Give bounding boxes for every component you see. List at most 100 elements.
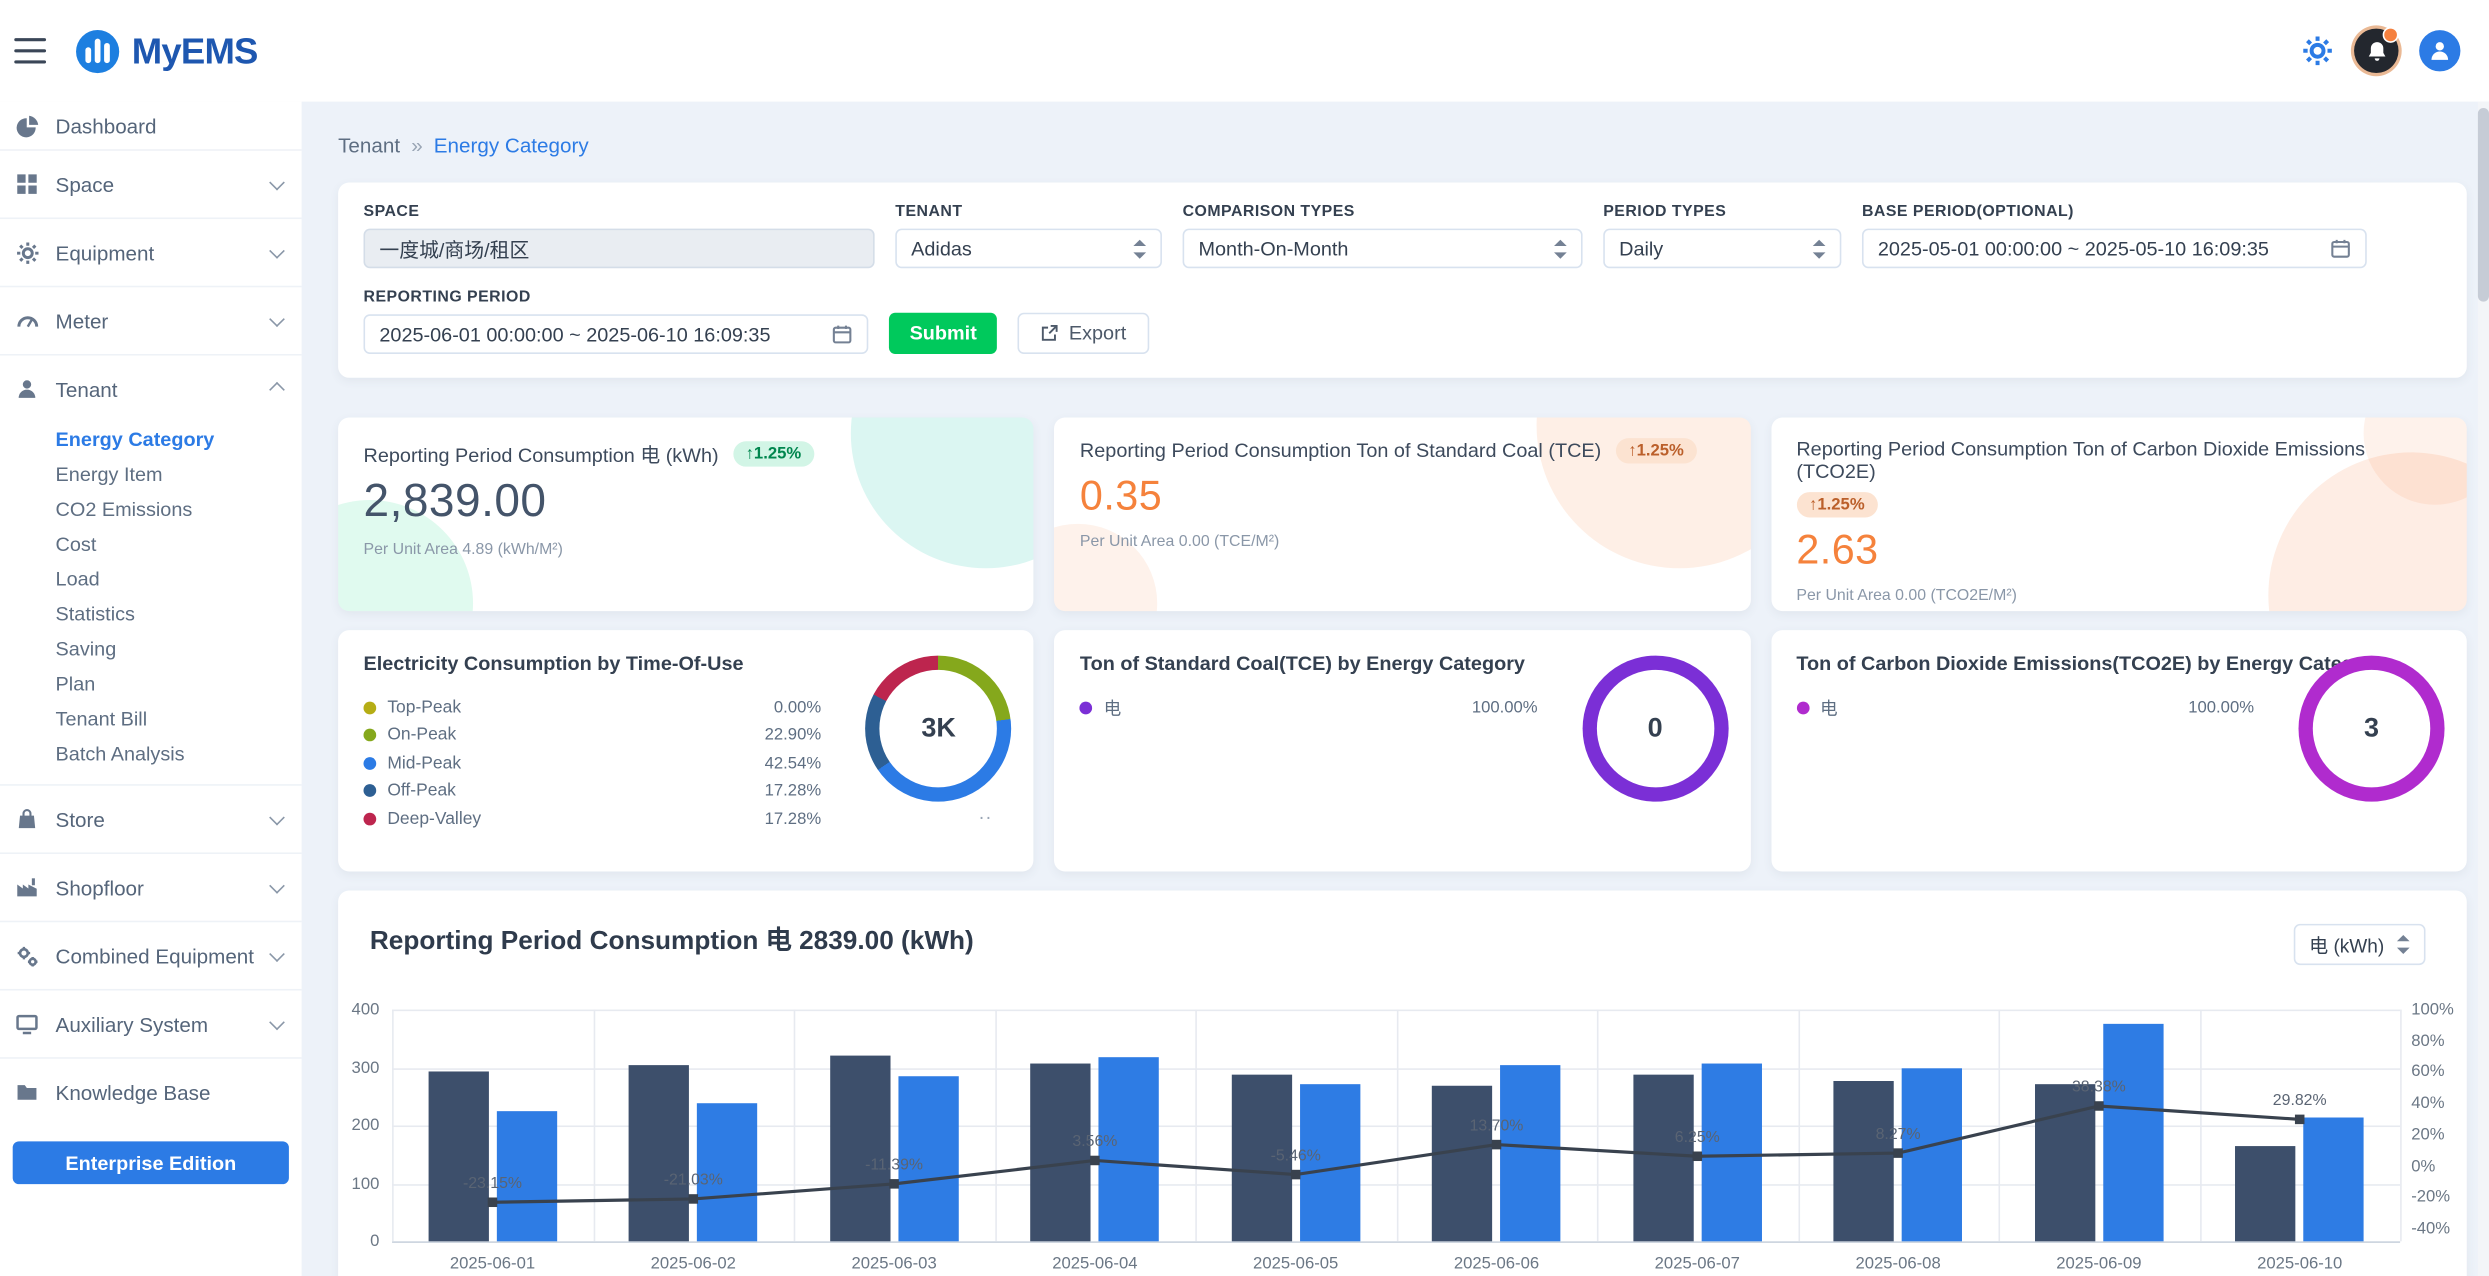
sidebar-item-tenant[interactable]: Tenant	[0, 354, 302, 422]
sidebar-item-auxiliary-system[interactable]: Auxiliary System	[0, 989, 302, 1057]
period-types-select[interactable]: Daily	[1603, 229, 1841, 269]
sidebar-subitem-energy-item[interactable]: Energy Item	[0, 457, 302, 492]
calendar-icon[interactable]	[2330, 238, 2351, 259]
comparison-types-select[interactable]: Month-On-Month	[1183, 229, 1583, 269]
kpi-value: 2.63	[1796, 525, 2441, 574]
settings-gear-icon[interactable]	[2302, 35, 2334, 67]
legend-label: 电	[1820, 695, 1837, 720]
svg-text:8.27%: 8.27%	[1876, 1126, 1921, 1143]
sidebar-subitem-load[interactable]: Load	[0, 562, 302, 597]
chevron-down-icon	[269, 311, 285, 327]
chart-unit-select[interactable]: 电 (kWh)	[2293, 924, 2425, 965]
sidebar-item-dashboard[interactable]: Dashboard	[0, 102, 302, 150]
right-axis-tick: 100%	[2411, 1000, 2454, 1019]
legend-item: Top-Peak0.00%	[364, 694, 822, 722]
shopping-bag-icon	[14, 806, 39, 831]
legend-dot	[364, 701, 377, 714]
legend-item: Mid-Peak 42.54%	[364, 749, 822, 777]
app-viewport: MyEMS Dashboard Space Equipment	[0, 0, 2489, 1276]
svg-text:13.70%: 13.70%	[1470, 1117, 1524, 1134]
base-period-field-group: BASE PERIOD(OPTIONAL) 2025-05-01 00:00:0…	[1862, 203, 2367, 268]
legend-label: On-Peak	[387, 726, 456, 745]
reporting-period-field-group: REPORTING PERIOD 2025-06-01 00:00:00 ~ 2…	[364, 289, 869, 354]
pie-chart-icon	[14, 113, 39, 138]
kpi-change-badge: ↑1.25%	[1796, 492, 1877, 517]
legend-label: Top-Peak	[387, 698, 461, 717]
sidebar-subitem-tenant-bill[interactable]: Tenant Bill	[0, 702, 302, 737]
legend-label: Off-Peak	[387, 781, 456, 800]
legend-label: Mid-Peak	[387, 754, 461, 773]
tenant-submenu: Energy Category Energy Item CO2 Emission…	[0, 422, 302, 784]
select-caret-icon	[2397, 935, 2410, 954]
user-icon	[14, 376, 39, 401]
comparison-types-label: COMPARISON TYPES	[1183, 203, 1583, 220]
kpi-title: Reporting Period Consumption 电 (kWh)	[364, 438, 719, 468]
export-button-label: Export	[1069, 322, 1126, 344]
user-avatar[interactable]	[2419, 30, 2460, 71]
brand-logo[interactable]: MyEMS	[75, 28, 258, 74]
sidebar-subitem-batch-analysis[interactable]: Batch Analysis	[0, 737, 302, 772]
gear-icon	[14, 240, 39, 265]
x-axis-category-label: 2025-06-07	[1597, 1254, 1798, 1273]
sidebar-subitem-co2-emissions[interactable]: CO2 Emissions	[0, 492, 302, 527]
gridline-vertical	[2400, 1010, 2402, 1242]
legend-pct: 100.00%	[2188, 698, 2254, 717]
scrollbar-thumb[interactable]	[2478, 108, 2489, 302]
sidebar-item-combined-equipment[interactable]: Combined Equipment	[0, 921, 302, 989]
main-content: Tenant»Energy Category SPACE 一度城/商场/租区 T…	[302, 102, 2489, 1276]
tco2e-legend: 电 100.00%	[1796, 694, 2254, 722]
space-input[interactable]: 一度城/商场/租区	[364, 229, 875, 269]
calendar-icon[interactable]	[832, 324, 853, 345]
right-axis-tick: -40%	[2411, 1219, 2450, 1238]
sidebar-subitem-saving[interactable]: Saving	[0, 632, 302, 667]
period-select-value: Daily	[1619, 237, 1800, 259]
reporting-period-value: 2025-06-01 00:00:00 ~ 2025-06-10 16:09:3…	[379, 323, 819, 345]
enterprise-edition-button[interactable]: Enterprise Edition	[13, 1141, 289, 1184]
left-axis-tick: 0	[338, 1232, 379, 1251]
kpi-caption: Per Unit Area 4.89 (kWh/M²)	[364, 541, 1009, 558]
tenant-select[interactable]: Adidas	[895, 229, 1162, 269]
export-button[interactable]: Export	[1018, 313, 1148, 354]
tenant-select-value: Adidas	[911, 237, 1121, 259]
breadcrumb-parent[interactable]: Tenant	[338, 133, 400, 157]
chevron-up-icon	[269, 381, 285, 397]
sidebar-item-shopfloor[interactable]: Shopfloor	[0, 852, 302, 920]
x-axis-category-label: 2025-06-04	[994, 1254, 1195, 1273]
sidebar-item-meter[interactable]: Meter	[0, 286, 302, 354]
chevron-down-icon	[269, 809, 285, 825]
sidebar-item-store[interactable]: Store	[0, 784, 302, 852]
breadcrumb-separator: »	[411, 133, 422, 157]
myems-logo-icon	[75, 28, 121, 74]
sidebar-item-space[interactable]: Space	[0, 149, 302, 217]
sidebar-subitem-statistics[interactable]: Statistics	[0, 597, 302, 632]
legend-pct: 22.90%	[765, 726, 822, 745]
select-caret-icon	[1133, 239, 1146, 258]
base-period-input[interactable]: 2025-05-01 00:00:00 ~ 2025-05-10 16:09:3…	[1862, 229, 2367, 269]
kpi-caption: Per Unit Area 0.00 (TCO2E/M²)	[1796, 587, 2441, 604]
legend-label: Deep-Valley	[387, 809, 481, 828]
chevron-down-icon	[269, 945, 285, 961]
svg-text:38.38%: 38.38%	[2072, 1079, 2126, 1096]
space-input-value: 一度城/商场/租区	[379, 233, 858, 263]
donut-center-value: 3	[2364, 713, 2379, 745]
sidebar: Dashboard Space Equipment Meter Tenant E…	[0, 102, 302, 1276]
submit-button[interactable]: Submit	[889, 313, 998, 354]
sidebar-subitem-cost[interactable]: Cost	[0, 527, 302, 562]
breadcrumb-current[interactable]: Energy Category	[434, 133, 589, 157]
topbar: MyEMS	[0, 0, 2489, 102]
kpi-card-tco2e: Reporting Period Consumption Ton of Carb…	[1771, 417, 2467, 611]
legend-pct: 42.54%	[765, 754, 822, 773]
select-caret-icon	[1554, 239, 1567, 258]
gridline-horizontal	[392, 1241, 2400, 1243]
sidebar-item-equipment[interactable]: Equipment	[0, 217, 302, 285]
notifications-bell-icon[interactable]	[2354, 29, 2398, 73]
legend-overflow-ellipsis[interactable]: ..	[979, 802, 993, 824]
menu-toggle-icon[interactable]	[14, 38, 46, 63]
legend-dot	[364, 757, 377, 770]
svg-text:-21.03%: -21.03%	[664, 1172, 723, 1189]
sidebar-subitem-energy-category[interactable]: Energy Category	[0, 422, 302, 457]
sidebar-item-knowledge-base[interactable]: Knowledge Base	[0, 1057, 302, 1125]
x-axis-category-label: 2025-06-09	[1998, 1254, 2199, 1273]
reporting-period-input[interactable]: 2025-06-01 00:00:00 ~ 2025-06-10 16:09:3…	[364, 314, 869, 354]
sidebar-subitem-plan[interactable]: Plan	[0, 667, 302, 702]
